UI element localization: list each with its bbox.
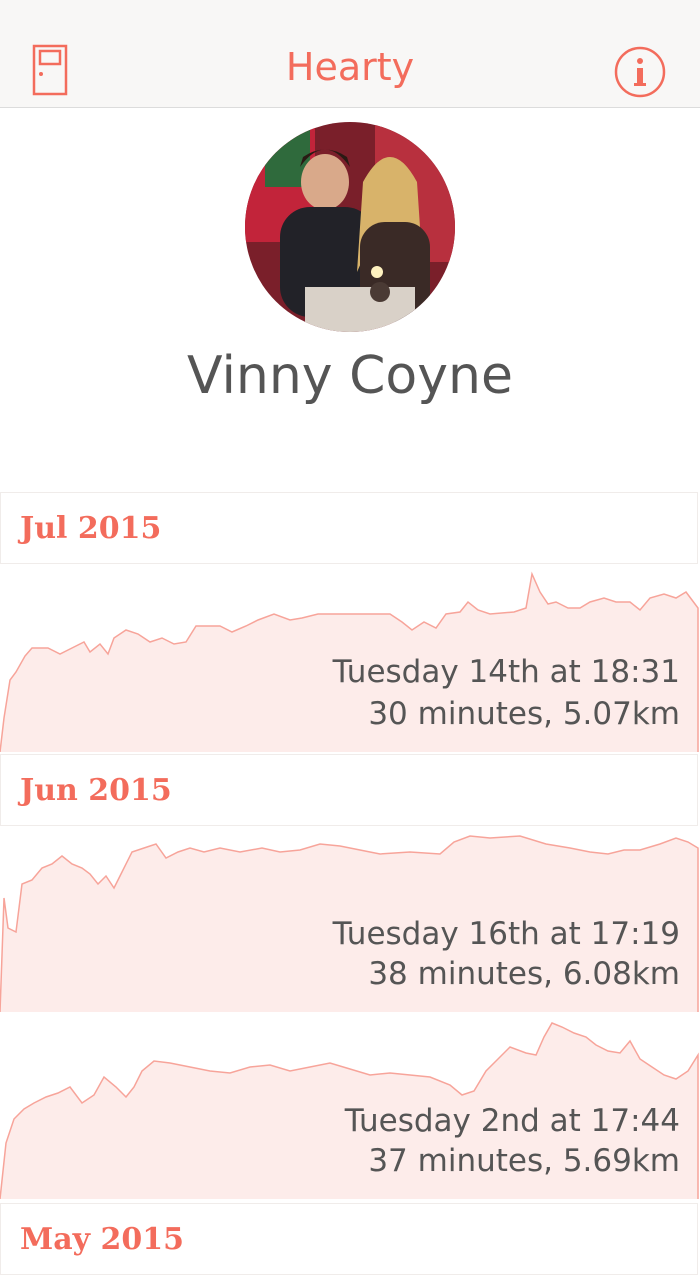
run-date: Tuesday 16th at 17:19 — [332, 916, 680, 952]
run-card[interactable]: Tuesday 16th at 17:19 38 minutes, 6.08km — [0, 828, 700, 1012]
run-card[interactable]: Tuesday 14th at 18:31 30 minutes, 5.07km — [0, 568, 700, 752]
section-header-jul-2015: Jul 2015 — [0, 492, 698, 564]
section-header-jun-2015: Jun 2015 — [0, 754, 698, 826]
section-month-label: May 2015 — [20, 1222, 185, 1257]
run-card[interactable]: Tuesday 2nd at 17:44 37 minutes, 5.69km — [0, 1015, 700, 1199]
profile-name: Vinny Coyne — [187, 346, 513, 406]
section-month-label: Jun 2015 — [20, 773, 172, 808]
run-stats: 38 minutes, 6.08km — [368, 956, 680, 992]
run-date: Tuesday 14th at 18:31 — [332, 654, 680, 690]
app-title: Hearty — [285, 45, 415, 89]
section-month-label: Jul 2015 — [20, 511, 162, 546]
navigation-bar: Hearty — [0, 0, 700, 108]
info-icon[interactable] — [612, 44, 668, 100]
run-stats: 37 minutes, 5.69km — [368, 1143, 680, 1179]
run-stats: 30 minutes, 5.07km — [368, 696, 680, 732]
section-header-may-2015: May 2015 — [0, 1203, 698, 1275]
run-date: Tuesday 2nd at 17:44 — [344, 1103, 680, 1139]
avatar — [245, 122, 455, 332]
